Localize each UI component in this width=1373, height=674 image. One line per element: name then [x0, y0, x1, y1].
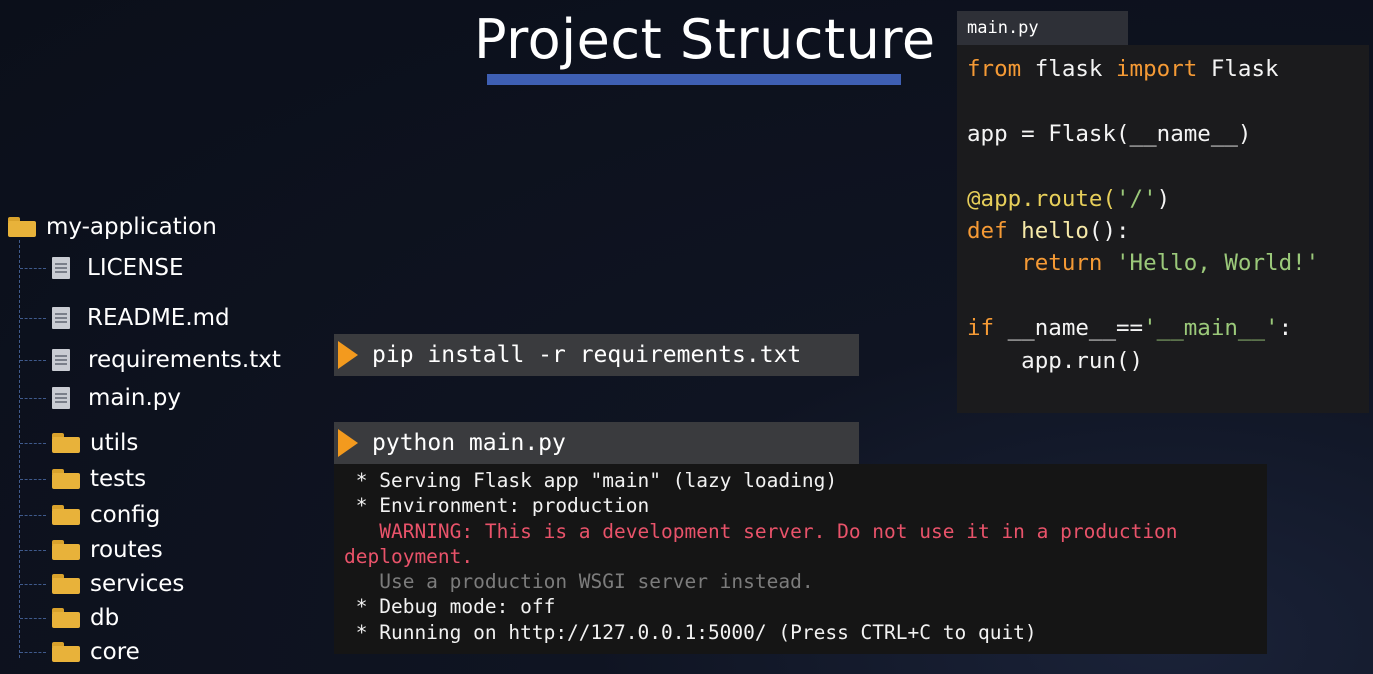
- terminal-warning-line: WARNING: This is a development server. D…: [344, 519, 1178, 543]
- code-line: return 'Hello, World!': [967, 247, 1369, 279]
- keyword-token: return: [1021, 250, 1103, 277]
- folder-icon: [52, 469, 80, 489]
- keyword-token: if: [967, 315, 995, 342]
- tree-connector: [19, 240, 20, 658]
- terminal-line: * Debug mode: off: [344, 595, 556, 619]
- terminal-warning-line: deployment.: [344, 544, 474, 568]
- tree-root-label: my-application: [46, 214, 217, 240]
- terminal-output: * Serving Flask app "main" (lazy loading…: [334, 464, 1267, 654]
- string-token: 'Hello, World!': [1102, 250, 1320, 277]
- code-line: if __name__=='__main__':: [967, 312, 1369, 344]
- title-underline: [487, 74, 901, 85]
- tree-folder-label: tests: [90, 466, 147, 492]
- tree-branch: [20, 479, 46, 480]
- tree-file-requirements[interactable]: requirements.txt: [52, 345, 281, 375]
- keyword-token: def: [967, 217, 1008, 244]
- code-line: def hello():: [967, 215, 1369, 247]
- tree-folder-label: routes: [90, 537, 163, 563]
- code-line: app = Flask(__name__): [967, 118, 1369, 150]
- slide-title: Project Structure: [474, 8, 936, 71]
- tree-root-folder[interactable]: my-application: [8, 212, 217, 242]
- folder-icon: [52, 540, 80, 560]
- decorator-token: @app.route(: [967, 185, 1117, 212]
- folder-icon: [52, 608, 80, 628]
- tree-folder-label: config: [90, 502, 161, 528]
- code-line: app.run(): [967, 345, 1369, 377]
- file-icon: [52, 387, 70, 409]
- tree-folder-services[interactable]: services: [52, 569, 184, 599]
- tree-branch: [20, 360, 46, 361]
- tree-branch: [20, 515, 46, 516]
- folder-icon: [8, 217, 36, 237]
- terminal-line: * Serving Flask app "main" (lazy loading…: [344, 469, 838, 492]
- tree-file-label: requirements.txt: [88, 347, 281, 373]
- run-command-text: python main.py: [372, 430, 566, 456]
- code-token: flask: [1021, 56, 1117, 82]
- editor-tab-main-py[interactable]: main.py: [957, 11, 1128, 45]
- keyword-token: from: [967, 56, 1022, 82]
- string-token: '/': [1116, 185, 1157, 212]
- code-editor: from flask import Flask app = Flask(__na…: [957, 45, 1369, 413]
- tree-file-label: README.md: [87, 305, 230, 331]
- code-token: app.run(): [967, 347, 1144, 374]
- tree-branch: [20, 584, 46, 585]
- tree-folder-label: db: [90, 605, 120, 631]
- folder-icon: [52, 574, 80, 594]
- play-arrow-icon: [338, 429, 358, 457]
- terminal-line: * Running on http://127.0.0.1:5000/ (Pre…: [344, 620, 1037, 644]
- indent-token: [967, 250, 1021, 276]
- code-line: from flask import Flask: [967, 53, 1369, 85]
- code-token: :: [1278, 315, 1293, 342]
- tree-branch: [20, 318, 46, 319]
- tree-folder-routes[interactable]: routes: [52, 535, 163, 565]
- play-arrow-icon: [338, 341, 358, 369]
- code-token: __name__==: [994, 315, 1144, 342]
- tree-folder-db[interactable]: db: [52, 603, 119, 633]
- tree-folder-utils[interactable]: utils: [52, 428, 138, 458]
- folder-icon: [52, 433, 80, 453]
- code-token: app = Flask(__name__): [967, 120, 1252, 147]
- tree-file-label: main.py: [88, 385, 181, 411]
- tree-branch: [20, 618, 46, 619]
- file-icon: [52, 307, 70, 329]
- tree-folder-core[interactable]: core: [52, 637, 140, 667]
- folder-icon: [52, 642, 80, 662]
- file-icon: [52, 257, 70, 279]
- tree-branch: [20, 550, 46, 551]
- tree-file-main[interactable]: main.py: [52, 383, 181, 413]
- tree-file-readme[interactable]: README.md: [52, 303, 230, 333]
- install-command-text: pip install -r requirements.txt: [372, 342, 802, 368]
- tree-folder-config[interactable]: config: [52, 500, 160, 530]
- tree-folder-label: core: [90, 639, 140, 665]
- tree-branch: [20, 443, 46, 444]
- install-command-bar[interactable]: pip install -r requirements.txt: [334, 334, 859, 376]
- code-token: ): [1156, 185, 1171, 212]
- string-token: '__main__': [1143, 315, 1279, 342]
- keyword-token: import: [1116, 56, 1198, 82]
- function-name-token: hello: [1007, 217, 1089, 244]
- tree-branch: [20, 268, 46, 269]
- tree-file-label: LICENSE: [87, 255, 184, 281]
- file-icon: [52, 349, 70, 371]
- tree-branch: [20, 652, 46, 653]
- tree-folder-label: utils: [90, 430, 139, 456]
- tree-folder-label: services: [90, 571, 185, 597]
- run-command-bar[interactable]: python main.py: [334, 422, 859, 464]
- folder-icon: [52, 505, 80, 525]
- tree-branch: [20, 398, 46, 399]
- terminal-line: * Environment: production: [344, 494, 650, 518]
- terminal-hint-line: Use a production WSGI server instead.: [344, 570, 814, 594]
- tree-file-license[interactable]: LICENSE: [52, 253, 184, 283]
- tree-folder-tests[interactable]: tests: [52, 464, 146, 494]
- code-token: ():: [1088, 217, 1130, 244]
- code-line: @app.route('/'): [967, 183, 1369, 215]
- code-token: Flask: [1197, 56, 1279, 82]
